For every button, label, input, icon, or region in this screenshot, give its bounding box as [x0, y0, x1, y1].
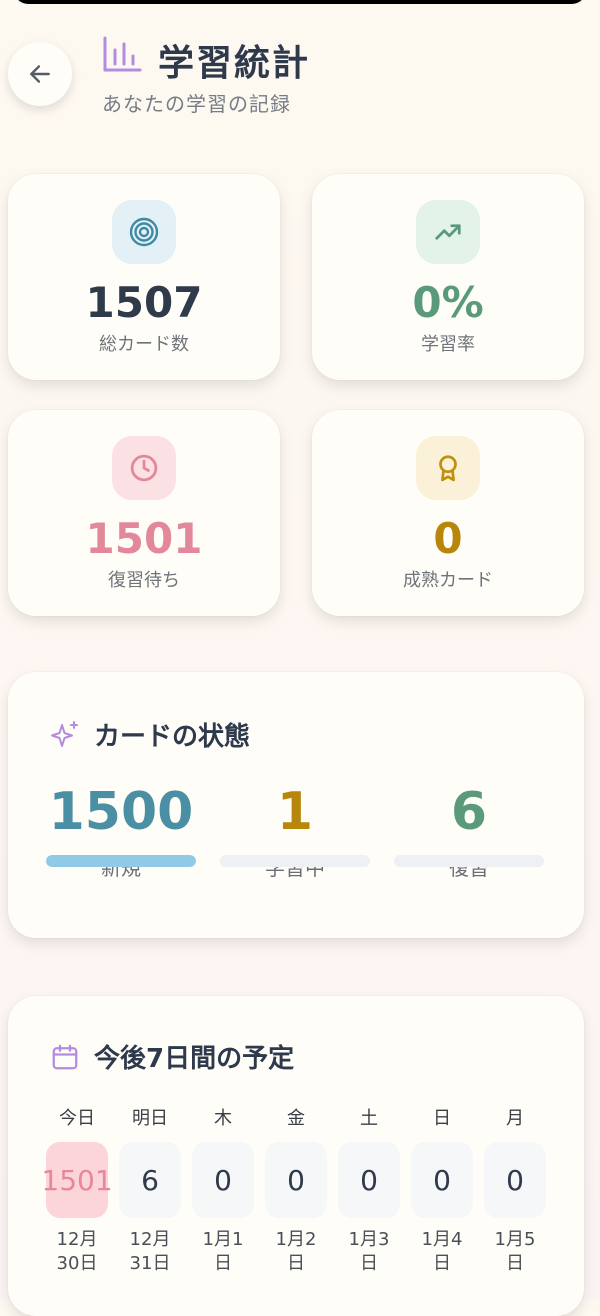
progress-fill: [46, 855, 196, 867]
progress-bar-review: [394, 855, 544, 867]
day-name: 金: [287, 1108, 305, 1129]
card-state-panel: カードの状態 1500 新規 1 学習中 6 復習: [8, 672, 584, 938]
arrow-left-icon: [30, 65, 50, 83]
day-date: 1月4 日: [421, 1229, 463, 1274]
stat-label: 復習待ち: [108, 570, 180, 591]
day-column: 今日 1501 12月 30日: [41, 1104, 113, 1276]
page-subtitle: あなたの学習の記録: [102, 92, 291, 116]
day-count: 0: [338, 1142, 400, 1218]
stat-value: 1507: [85, 278, 203, 327]
back-button[interactable]: [8, 42, 72, 106]
section-title: 今後7日間の予定: [94, 1044, 295, 1074]
stat-card-rate: 0% 学習率: [312, 174, 584, 380]
bar-chart-icon: [103, 36, 142, 72]
stat-value: 0: [433, 514, 463, 563]
day-date: 12月 31日: [129, 1229, 171, 1274]
day-column: 木 0 1月1 日: [192, 1104, 254, 1276]
stat-label: 総カード数: [99, 334, 189, 355]
stat-value: 1501: [85, 514, 203, 563]
progress-bar-learning: [220, 855, 370, 867]
card-state-header: カードの状態: [48, 716, 250, 753]
day-count: 0: [192, 1142, 254, 1218]
day-name: 今日: [59, 1108, 95, 1129]
page-title: 学習統計: [158, 43, 311, 84]
day-date: 1月3 日: [348, 1229, 390, 1274]
trending-up-icon: [416, 200, 480, 264]
day-date: 1月2 日: [275, 1229, 317, 1274]
day-date: 12月 30日: [56, 1229, 98, 1274]
day-column: 金 0 1月2 日: [265, 1104, 327, 1276]
day-count: 0: [484, 1142, 546, 1218]
day-column: 月 0 1月5 日: [484, 1104, 546, 1276]
schedule-panel: 今後7日間の予定 今日 1501 12月 30日 明日 6 12月 31日 木 0 …: [8, 996, 584, 1316]
day-count: 6: [119, 1142, 181, 1218]
schedule-header: 今後7日間の予定: [48, 1038, 294, 1075]
award-icon: [416, 436, 480, 500]
day-count: 0: [265, 1142, 327, 1218]
stat-value: 0%: [412, 278, 484, 327]
stat-card-mature: 0 成熟カード: [312, 410, 584, 616]
day-column: 明日 6 12月 31日: [119, 1104, 181, 1276]
progress-bar-new: [46, 855, 196, 867]
day-name: 明日: [132, 1108, 168, 1129]
calendar-icon: [48, 1040, 82, 1074]
stat-card-total: 1507 総カード数: [8, 174, 280, 380]
state-value: 1500: [48, 782, 194, 842]
stat-label: 学習率: [421, 334, 475, 355]
stat-label: 成熟カード: [403, 570, 493, 591]
day-date: 1月5 日: [494, 1229, 536, 1274]
clock-icon: [112, 436, 176, 500]
day-column: 土 0 1月3 日: [338, 1104, 400, 1276]
day-name: 土: [360, 1108, 378, 1129]
section-title: カードの状態: [94, 722, 251, 752]
day-name: 月: [506, 1108, 524, 1129]
day-column: 日 0 1月4 日: [411, 1104, 473, 1276]
status-bar: [0, 0, 600, 6]
day-date: 1月1 日: [202, 1229, 244, 1274]
day-count: 0: [411, 1142, 473, 1218]
sparkles-icon: [48, 718, 82, 752]
day-name: 日: [433, 1108, 451, 1129]
day-count: 1501: [41, 1142, 113, 1218]
state-value: 1: [276, 782, 314, 842]
stat-card-review-due: 1501 復習待ち: [8, 410, 280, 616]
day-name: 木: [214, 1108, 232, 1129]
state-value: 6: [450, 782, 488, 842]
target-icon: [112, 200, 176, 264]
